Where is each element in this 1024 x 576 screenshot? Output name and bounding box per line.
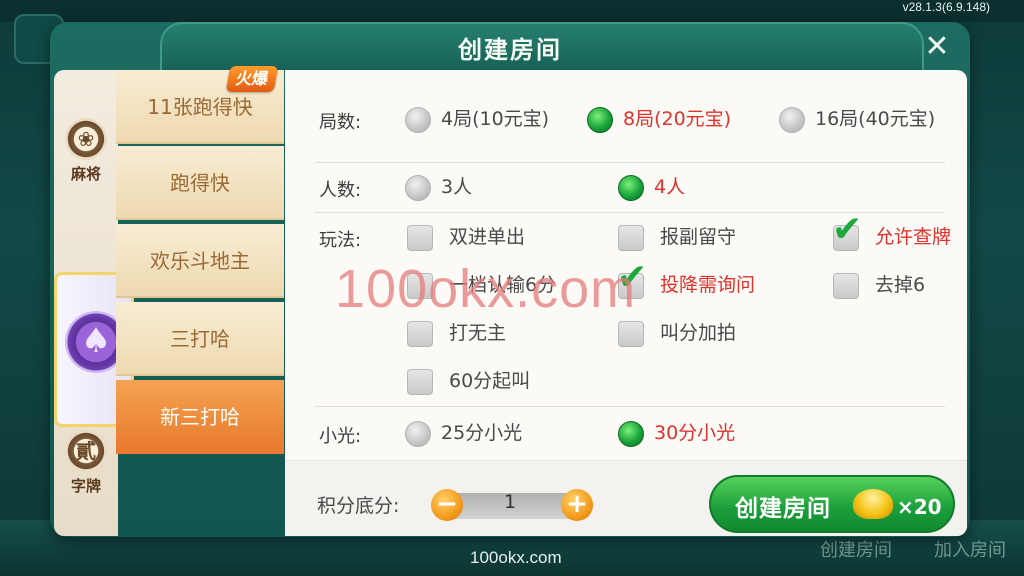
option-label: 60分起叫	[449, 370, 531, 392]
checkbox	[407, 368, 433, 395]
checkbox	[407, 320, 433, 347]
xiaoguang-label: 小光:	[319, 426, 362, 447]
rule-touxiang[interactable]: ✔ 投降需询问	[617, 259, 756, 299]
radio-button-selected	[587, 106, 613, 133]
option-label: 去掉6	[875, 274, 926, 296]
rounds-option-4[interactable]: 4局(10元宝)	[405, 104, 549, 133]
rule-baofu[interactable]: 报副留守	[618, 222, 736, 251]
radio-button	[405, 106, 431, 133]
option-label: 双进单出	[449, 226, 526, 248]
checkmark-icon: ✔	[832, 208, 863, 250]
option-label: 投降需询问	[660, 274, 756, 296]
bottom-url: 100okx.com	[470, 548, 562, 567]
xiaoguang-option-30[interactable]: 30分小光	[618, 418, 735, 447]
score-label: 积分底分:	[317, 495, 400, 517]
option-label: 报副留守	[660, 226, 737, 248]
create-room-label: 创建房间	[735, 496, 831, 522]
option-label: 4局(10元宝)	[441, 108, 550, 130]
rule-qudiao6[interactable]: 去掉6	[833, 270, 925, 299]
game-item-sandaha[interactable]: 三打哈	[116, 302, 284, 376]
option-label: 30分小光	[654, 422, 736, 444]
dialog-title: 创建房间	[458, 36, 562, 64]
checkbox	[833, 272, 859, 299]
score-value: 1	[503, 491, 517, 513]
category-mahjong[interactable]: ❀ 麻将	[54, 118, 118, 184]
option-label: 打无主	[449, 322, 507, 344]
divider	[315, 406, 945, 407]
game-item-xinsandaha[interactable]: 新三打哈	[116, 380, 284, 454]
category-sidebar: ❀ 麻将 ♠ 貳 字牌	[54, 70, 134, 536]
checkbox	[407, 224, 433, 251]
rules-label: 玩法:	[319, 230, 362, 251]
top-status-bar	[0, 0, 1024, 22]
game-list: 11张跑得快 跑得快 欢乐斗地主 三打哈 新三打哈	[116, 70, 284, 536]
players-label: 人数:	[319, 180, 362, 201]
category-mahjong-label: 麻将	[70, 165, 101, 183]
checkbox	[618, 320, 644, 347]
xiaoguang-option-25[interactable]: 25分小光	[405, 418, 522, 447]
divider	[315, 162, 945, 163]
rounds-label: 局数:	[319, 112, 362, 133]
category-zipai[interactable]: 貳 字牌	[54, 430, 118, 496]
option-label: 4人	[654, 176, 686, 198]
option-label: 25分小光	[441, 422, 523, 444]
rule-60fen[interactable]: 60分起叫	[407, 366, 530, 395]
players-option-3[interactable]: 3人	[405, 172, 472, 201]
watermark: 100okx.com	[335, 259, 637, 319]
bottom-create-room: 创建房间	[820, 540, 892, 560]
create-room-cost: ×20	[897, 495, 942, 519]
radio-button-selected	[618, 174, 644, 201]
radio-button	[779, 106, 805, 133]
bottom-join-room: 加入房间	[934, 540, 1006, 560]
checkbox-checked: ✔	[832, 211, 862, 251]
game-item-paodekuai[interactable]: 跑得快	[116, 146, 284, 220]
radio-button	[405, 420, 431, 447]
bottom-area: 积分底分: 1 − + 创建房间 ×20	[285, 460, 967, 536]
option-label: 叫分加拍	[660, 322, 737, 344]
zipai-icon: 貳	[65, 430, 107, 472]
version-label: v28.1.3(6.9.148)	[902, 0, 990, 14]
rounds-option-8[interactable]: 8局(20元宝)	[587, 104, 731, 133]
radio-button	[405, 174, 431, 201]
radio-button-selected	[618, 420, 644, 447]
rounds-option-16[interactable]: 16局(40元宝)	[779, 104, 935, 133]
category-zipai-label: 字牌	[70, 477, 101, 495]
option-label: 8局(20元宝)	[623, 108, 732, 130]
rule-jiaofen[interactable]: 叫分加拍	[618, 318, 736, 347]
game-item-doudizhu[interactable]: 欢乐斗地主	[116, 224, 284, 298]
mahjong-icon: ❀	[65, 118, 107, 160]
close-icon[interactable]: ✕	[920, 32, 954, 66]
option-label: 允许查牌	[875, 226, 952, 248]
create-room-button[interactable]: 创建房间 ×20	[709, 475, 955, 533]
option-label: 3人	[441, 176, 473, 198]
hot-badge: 火爆	[225, 66, 279, 92]
checkbox	[618, 224, 644, 251]
players-option-4[interactable]: 4人	[618, 172, 685, 201]
rule-chapai[interactable]: ✔ 允许查牌	[832, 211, 952, 251]
rule-shuangjin[interactable]: 双进单出	[407, 222, 525, 251]
score-minus-button[interactable]: −	[431, 489, 463, 521]
score-plus-button[interactable]: +	[561, 489, 593, 521]
rule-dawuzhu[interactable]: 打无主	[407, 318, 506, 347]
gold-ingot-icon	[853, 489, 893, 519]
option-label: 16局(40元宝)	[815, 108, 936, 130]
